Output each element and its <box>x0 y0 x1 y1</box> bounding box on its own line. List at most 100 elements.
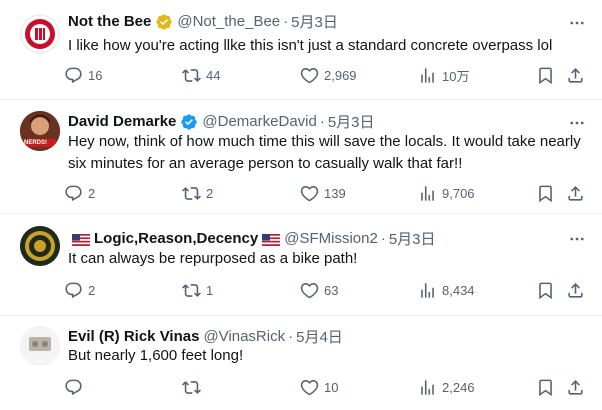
reply-count: 16 <box>88 68 103 83</box>
bookmark-icon <box>539 282 552 300</box>
views-button[interactable]: 10万 <box>418 66 469 85</box>
avatar[interactable] <box>20 14 60 54</box>
views-icon <box>421 283 434 298</box>
share-icon <box>568 186 583 201</box>
action-bar: 2 2 139 9,706 <box>64 184 592 206</box>
reply-button[interactable]: 16 <box>64 66 102 85</box>
separator-dot: · <box>288 328 294 345</box>
views-button[interactable]: 2,246 <box>418 378 475 397</box>
views-icon <box>421 68 434 83</box>
views-icon <box>421 186 434 201</box>
avatar-caption: NERDS! <box>24 140 48 146</box>
reply-card[interactable]: Evil (R) Rick Vinas @VinasRick · 5月4日 Bu… <box>0 316 602 410</box>
action-bar: 2 1 63 8,434 <box>64 281 592 303</box>
reply-icon <box>65 379 82 396</box>
author-handle[interactable]: @SFMission2 <box>284 230 378 247</box>
avatar[interactable]: NERDS! <box>20 111 60 151</box>
bookmark-button[interactable] <box>536 184 555 203</box>
repost-icon <box>182 187 201 200</box>
reply-icon <box>65 67 82 84</box>
repost-count: 2 <box>206 186 214 201</box>
like-button[interactable]: 10 <box>300 378 338 397</box>
action-bar: 16 44 2,969 10万 <box>64 66 592 88</box>
repost-icon <box>182 69 201 82</box>
heart-icon <box>300 282 319 299</box>
bookmark-button[interactable] <box>536 378 555 397</box>
heart-icon <box>300 185 319 202</box>
reply-text: I like how you're acting llke this isn't… <box>68 37 553 54</box>
share-button[interactable] <box>566 66 585 85</box>
more-icon[interactable] <box>568 230 586 248</box>
heart-icon <box>300 379 319 396</box>
share-icon <box>568 68 583 83</box>
action-bar: 10 2,246 <box>64 378 592 400</box>
repost-button[interactable] <box>182 378 206 397</box>
share-button[interactable] <box>566 378 585 397</box>
share-icon <box>568 380 583 395</box>
more-icon[interactable] <box>568 14 586 32</box>
share-button[interactable] <box>566 184 585 203</box>
reply-icon <box>65 185 82 202</box>
like-count: 63 <box>324 283 339 298</box>
avatar[interactable] <box>20 226 60 266</box>
reply-text: But nearly 1,600 feet long! <box>68 347 244 364</box>
author-name[interactable]: Evil (R) Rick Vinas <box>68 328 199 345</box>
verified-blue-icon <box>180 113 198 131</box>
like-button[interactable]: 139 <box>300 184 346 203</box>
repost-icon <box>182 284 201 297</box>
bookmark-icon <box>539 67 552 85</box>
author-handle[interactable]: @Not_the_Bee <box>177 13 280 30</box>
views-button[interactable]: 8,434 <box>418 281 475 300</box>
views-icon <box>421 380 434 395</box>
separator-dot: · <box>319 113 325 130</box>
author-name[interactable]: Not the Bee <box>68 13 151 30</box>
share-icon <box>568 283 583 298</box>
author-name[interactable]: David Demarke <box>68 113 176 130</box>
avatar-image <box>20 326 60 366</box>
repost-button[interactable]: 44 <box>182 66 220 85</box>
like-button[interactable]: 63 <box>300 281 338 300</box>
more-icon[interactable] <box>568 114 586 132</box>
separator-dot: · <box>380 230 386 247</box>
bookmark-button[interactable] <box>536 281 555 300</box>
us-flag-icon <box>72 233 90 246</box>
heart-icon <box>300 67 319 84</box>
share-button[interactable] <box>566 281 585 300</box>
separator-dot: · <box>283 13 289 30</box>
reply-count: 2 <box>88 283 96 298</box>
view-count: 2,246 <box>442 380 475 395</box>
verified-gold-icon <box>155 13 173 31</box>
repost-button[interactable]: 2 <box>182 184 213 203</box>
timestamp[interactable]: 5月4日 <box>296 326 343 347</box>
view-count: 8,434 <box>442 283 475 298</box>
reply-icon <box>65 282 82 299</box>
repost-icon <box>182 381 201 394</box>
timestamp[interactable]: 5月3日 <box>291 11 338 32</box>
reply-button[interactable] <box>64 378 88 397</box>
like-count: 139 <box>324 186 346 201</box>
like-count: 10 <box>324 380 339 395</box>
author-handle[interactable]: @DemarkeDavid <box>202 113 316 130</box>
reply-button[interactable]: 2 <box>64 184 95 203</box>
reply-card[interactable]: Logic,Reason,Decency @SFMission2 · 5月3日 … <box>0 214 602 316</box>
author-handle[interactable]: @VinasRick <box>203 328 285 345</box>
bookmark-button[interactable] <box>536 66 555 85</box>
view-count: 10万 <box>442 69 470 84</box>
reply-count: 2 <box>88 186 96 201</box>
repost-button[interactable]: 1 <box>182 281 213 300</box>
avatar[interactable] <box>20 326 60 366</box>
seal-avatar-icon <box>20 226 60 266</box>
like-button[interactable]: 2,969 <box>300 66 357 85</box>
timestamp[interactable]: 5月3日 <box>328 111 375 132</box>
bee-logo-icon <box>20 14 60 54</box>
reply-card[interactable]: Not the Bee @Not_the_Bee · 5月3日 I like h… <box>0 0 602 100</box>
views-button[interactable]: 9,706 <box>418 184 475 203</box>
bookmark-icon <box>539 185 552 203</box>
timestamp[interactable]: 5月3日 <box>389 228 436 249</box>
author-name[interactable]: Logic,Reason,Decency <box>94 230 258 247</box>
reply-card[interactable]: NERDS! David Demarke @DemarkeDavid · 5月3… <box>0 100 602 214</box>
view-count: 9,706 <box>442 186 475 201</box>
reply-button[interactable]: 2 <box>64 281 95 300</box>
repost-count: 1 <box>206 283 214 298</box>
reply-text: It can always be repurposed as a bike pa… <box>68 250 358 267</box>
